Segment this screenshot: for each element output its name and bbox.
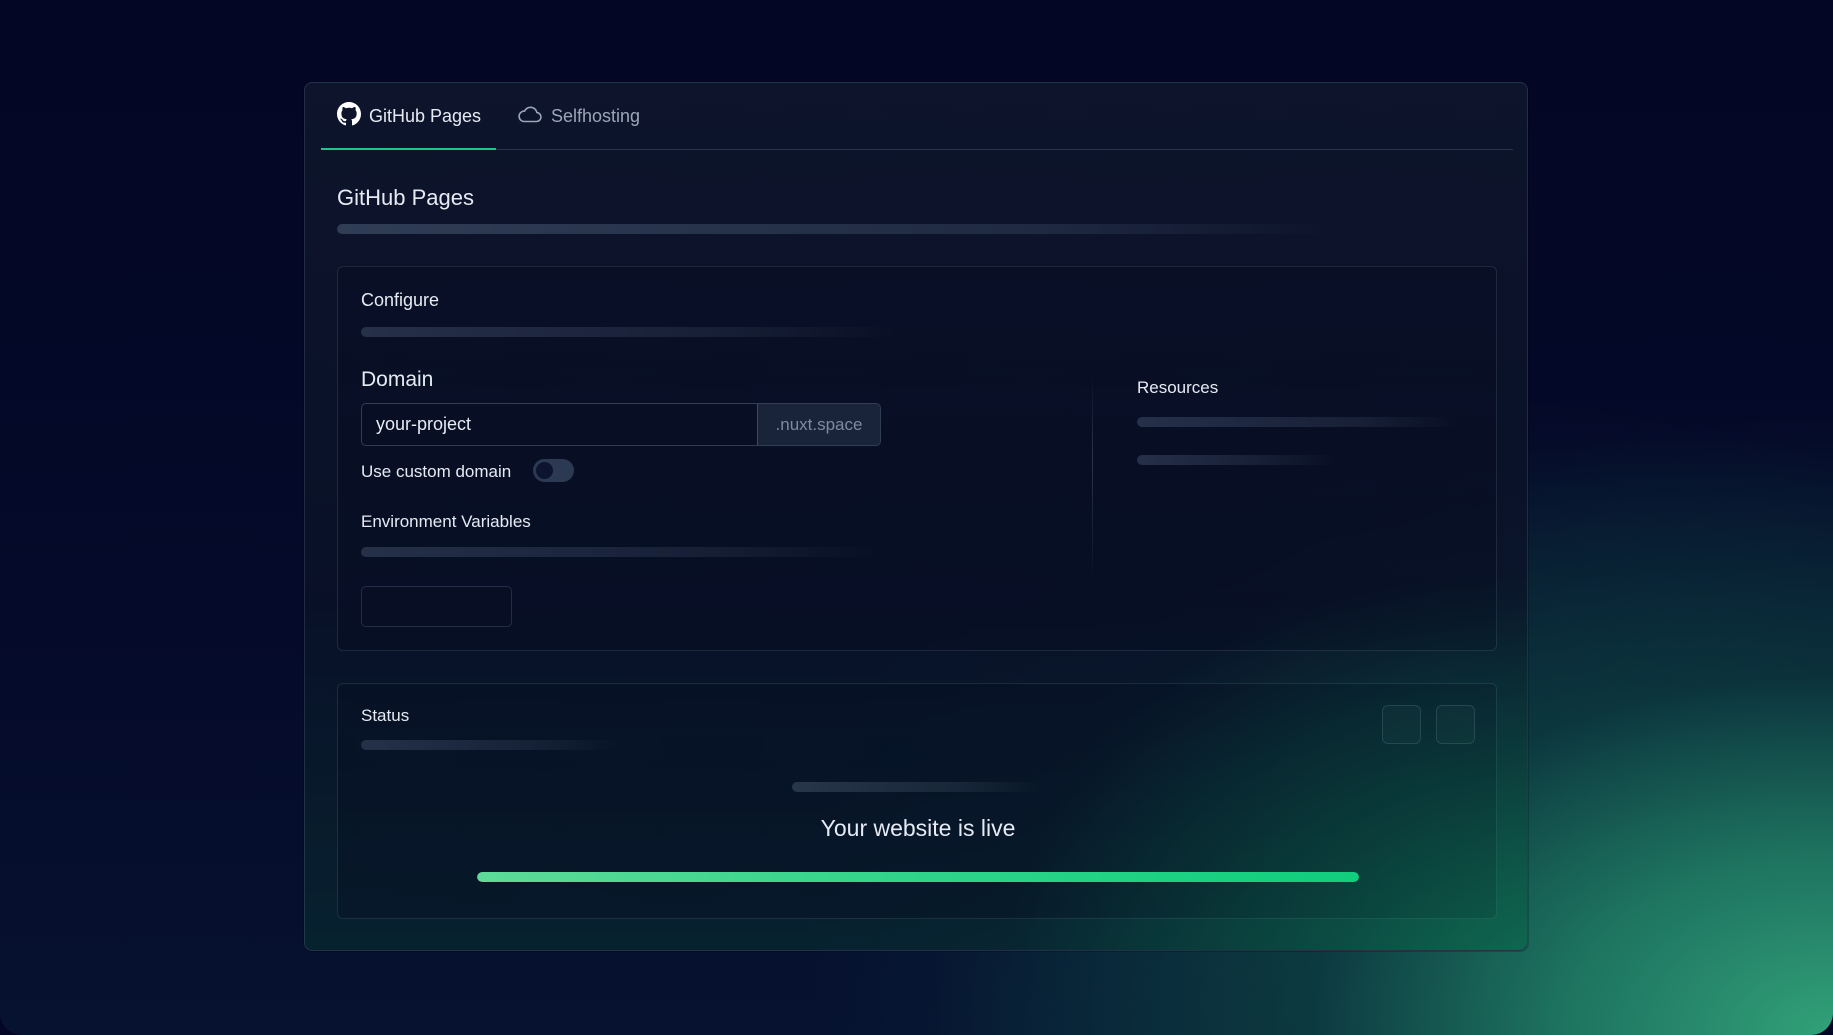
toggle-knob bbox=[536, 462, 553, 479]
app-window: GitHub Pages Selfhosting GitHub Pages Co… bbox=[0, 0, 1833, 1035]
configure-title: Configure bbox=[361, 290, 440, 310]
resources-label: Resources bbox=[1137, 378, 1219, 397]
progress-fill bbox=[477, 872, 1359, 882]
tab-github-pages[interactable]: GitHub Pages bbox=[321, 83, 496, 150]
domain-suffix: .nuxt.space bbox=[757, 404, 880, 445]
env-vars-label: Environment Variables bbox=[361, 512, 531, 531]
tab-selfhosting[interactable]: Selfhosting bbox=[517, 83, 640, 149]
skeleton-line bbox=[361, 547, 881, 557]
skeleton-line bbox=[361, 327, 901, 337]
domain-input[interactable] bbox=[362, 404, 757, 445]
cloud-icon bbox=[517, 104, 551, 129]
page-title: GitHub Pages bbox=[337, 185, 474, 210]
skeleton-line bbox=[337, 224, 1337, 234]
tab-bar: GitHub Pages Selfhosting bbox=[321, 83, 1513, 150]
skeleton-line bbox=[361, 740, 621, 750]
custom-domain-label: Use custom domain bbox=[361, 462, 512, 481]
deploy-panel: GitHub Pages Selfhosting GitHub Pages Co… bbox=[304, 82, 1528, 951]
status-title: Status bbox=[361, 706, 410, 725]
status-action-button[interactable] bbox=[1382, 705, 1421, 744]
status-action-button[interactable] bbox=[1436, 705, 1475, 744]
add-variable-button[interactable] bbox=[361, 586, 512, 627]
deploy-progress-bar bbox=[477, 872, 1359, 882]
column-divider bbox=[1092, 375, 1093, 585]
live-status-text: Your website is live bbox=[820, 815, 1016, 841]
skeleton-line bbox=[792, 782, 1044, 792]
skeleton-line bbox=[1137, 455, 1337, 465]
tab-label: Selfhosting bbox=[551, 105, 641, 126]
domain-field: .nuxt.space bbox=[361, 403, 881, 446]
tab-label: GitHub Pages bbox=[369, 105, 482, 126]
github-icon bbox=[337, 101, 369, 131]
domain-label: Domain bbox=[361, 368, 434, 391]
status-card: Status Your website is live bbox=[337, 683, 1497, 919]
skeleton-line bbox=[1137, 417, 1457, 427]
configure-card: Configure Domain .nuxt.space Use custom … bbox=[337, 266, 1497, 651]
custom-domain-toggle[interactable] bbox=[533, 459, 574, 482]
